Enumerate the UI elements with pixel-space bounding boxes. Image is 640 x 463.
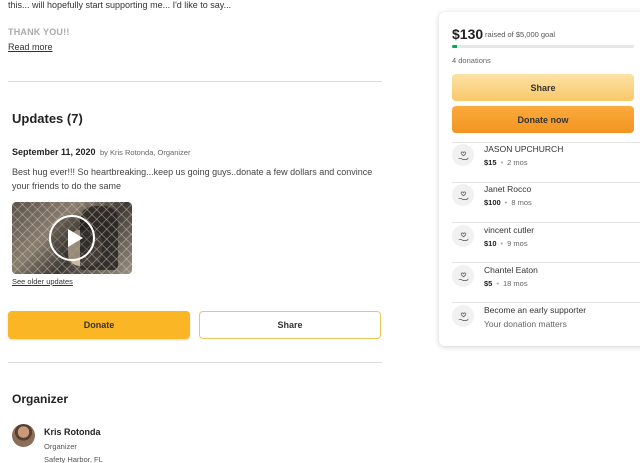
donor-amount: $100: [484, 198, 501, 207]
story-thanks: THANK YOU!!: [8, 27, 70, 37]
play-icon[interactable]: [49, 215, 95, 261]
progress-bar: [452, 45, 634, 48]
divider: [452, 182, 640, 183]
donor-heart-hand-icon: [452, 184, 474, 206]
donor-amount: $15: [484, 158, 497, 167]
amount-raised: $130: [452, 26, 484, 42]
donate-now-button[interactable]: Donate now: [452, 106, 634, 133]
divider: [8, 362, 382, 363]
early-supporter-title: Become an early supporter: [484, 305, 587, 315]
share-button[interactable]: Share: [199, 311, 381, 339]
donor-heart-hand-icon: [452, 265, 474, 287]
donor-heart-hand-icon: [452, 225, 474, 247]
donor-item: Chantel Eaton $5 • 18 mos: [452, 265, 640, 297]
donor-amount: $5: [484, 279, 493, 288]
donor-meta: $5 • 18 mos: [484, 279, 528, 288]
organizer-avatar[interactable]: [12, 424, 35, 447]
organizer-heading: Organizer: [12, 392, 69, 406]
donor-time: 18 mos: [502, 279, 528, 288]
separator-dot: •: [500, 158, 504, 167]
donor-amount: $10: [484, 239, 497, 248]
separator-dot: •: [496, 279, 499, 288]
story-text: this... will hopefully start supporting …: [8, 0, 232, 10]
donor-time: 2 mos: [507, 158, 528, 167]
organizer-role: Organizer: [44, 442, 77, 451]
donor-meta: $10 • 9 mos: [484, 239, 528, 248]
update-video-thumbnail[interactable]: [12, 202, 132, 274]
donor-heart-hand-icon: [452, 305, 474, 327]
donor-item: JASON UPCHURCH $15 • 2 mos: [452, 144, 640, 176]
early-supporter-subtitle: Your donation matters: [484, 319, 567, 329]
divider: [452, 262, 640, 263]
updates-heading: Updates (7): [12, 111, 83, 126]
divider: [452, 142, 640, 143]
donor-meta: $15 • 2 mos: [484, 158, 528, 167]
separator-dot: •: [504, 198, 508, 207]
donor-meta: $100 • 8 mos: [484, 198, 532, 207]
donations-count: 4 donations: [452, 56, 491, 65]
see-older-updates-link[interactable]: See older updates: [12, 277, 73, 286]
donor-item: Janet Rocco $100 • 8 mos: [452, 184, 640, 216]
progress-fill: [452, 45, 457, 48]
divider: [452, 222, 640, 223]
donor-time: 8 mos: [511, 198, 532, 207]
update-author: by Kris Rotonda, Organizer: [100, 148, 191, 157]
donation-card: $130 raised of $5,000 goal 4 donations S…: [439, 12, 640, 346]
donor-heart-hand-icon: [452, 144, 474, 166]
divider: [8, 81, 382, 82]
donate-button[interactable]: Donate: [8, 311, 190, 339]
update-date: September 11, 2020: [12, 147, 96, 157]
organizer-name[interactable]: Kris Rotonda: [44, 427, 101, 437]
donor-name: JASON UPCHURCH: [484, 144, 564, 154]
donor-name: Janet Rocco: [484, 184, 532, 194]
divider: [452, 302, 640, 303]
donor-name: Chantel Eaton: [484, 265, 538, 275]
organizer-location: Safety Harbor, FL: [44, 455, 103, 463]
read-more-link[interactable]: Read more: [8, 42, 53, 52]
separator-dot: •: [500, 239, 504, 248]
early-supporter-item: Become an early supporter Your donation …: [452, 305, 640, 337]
donor-name: vincent cutler: [484, 225, 535, 235]
goal-text: raised of $5,000 goal: [485, 30, 556, 39]
sidebar-share-button[interactable]: Share: [452, 74, 634, 101]
donor-time: 9 mos: [507, 239, 528, 248]
donor-item: vincent cutler $10 • 9 mos: [452, 225, 640, 257]
update-body: Best hug ever!!! So heartbreaking...keep…: [12, 167, 373, 191]
